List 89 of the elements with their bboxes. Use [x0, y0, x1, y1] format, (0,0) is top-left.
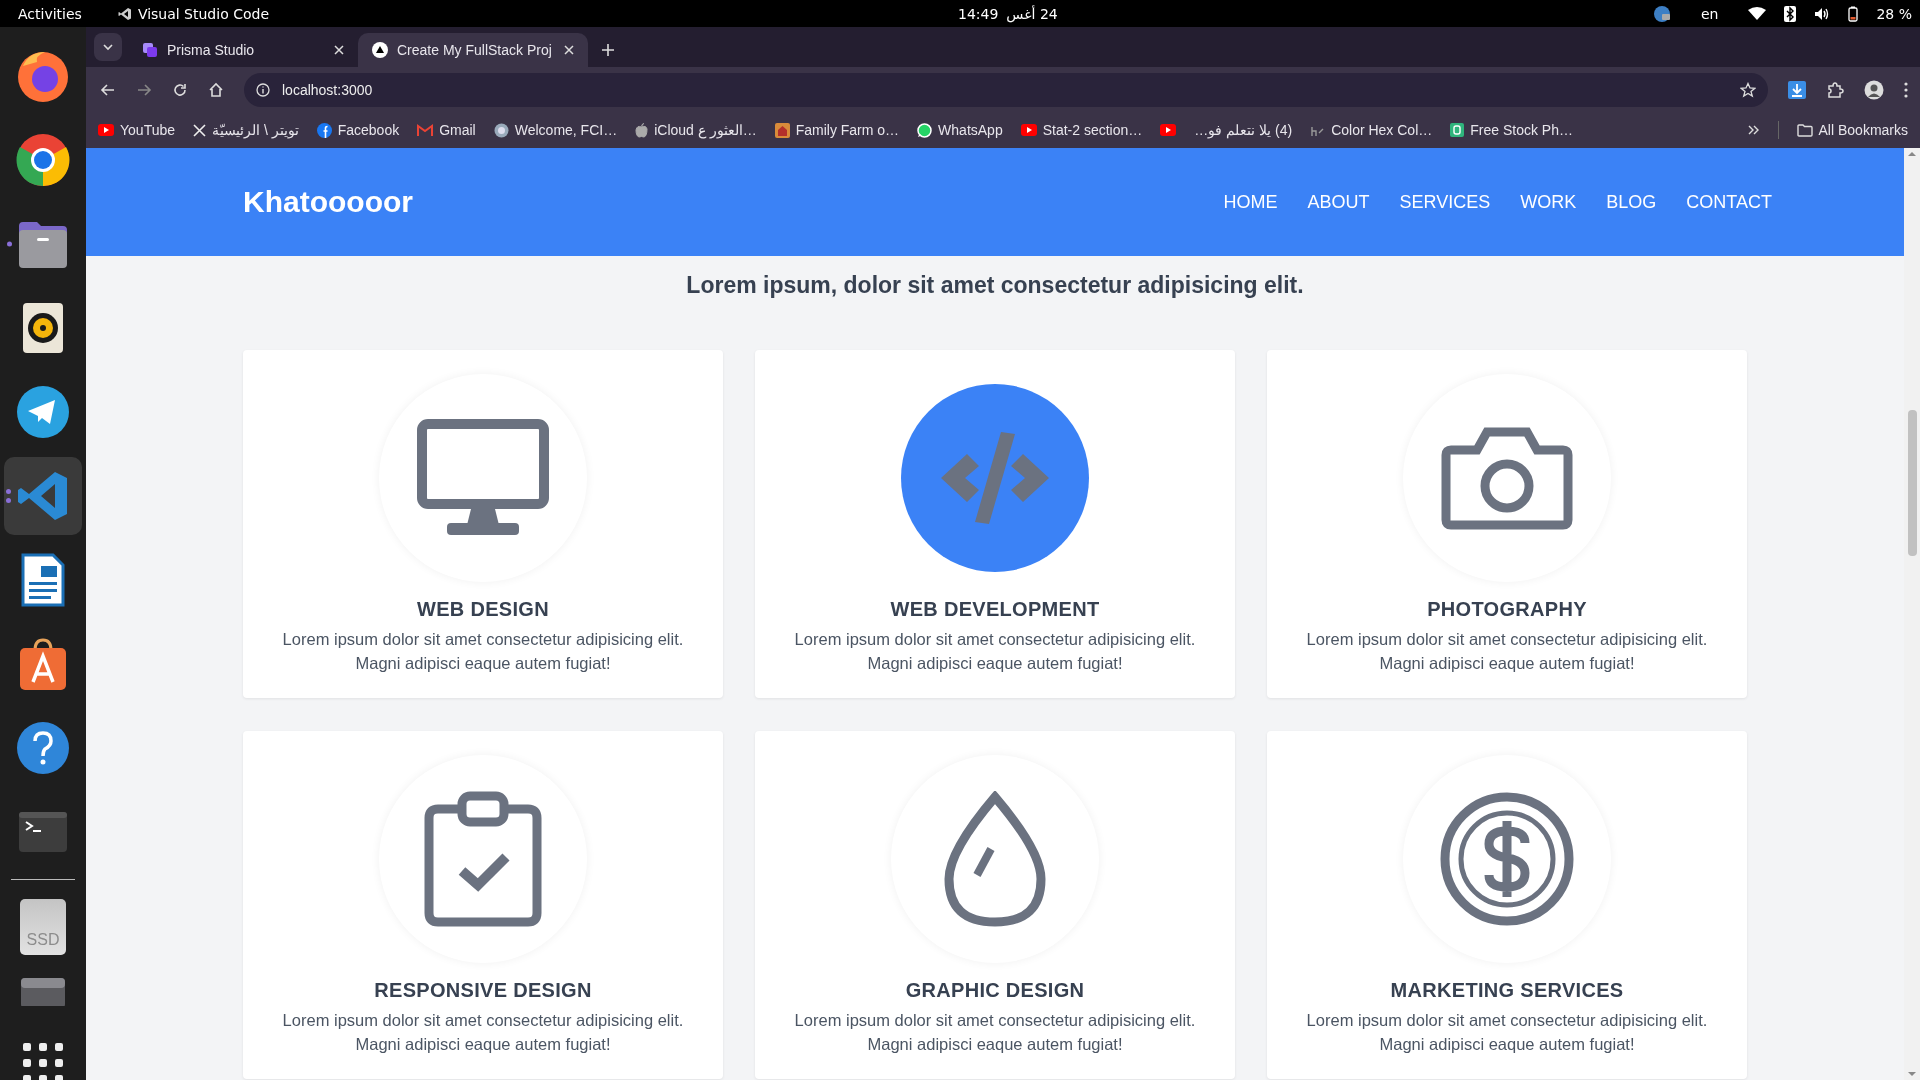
clock-date[interactable]: 24 أغس — [1006, 5, 1058, 22]
close-icon[interactable] — [334, 45, 344, 55]
nav-link[interactable]: HOME — [1223, 191, 1278, 213]
clipboard-check-icon — [424, 791, 542, 927]
caret-icon[interactable] — [102, 43, 114, 51]
card-title: WEB DEVELOPMENT — [890, 598, 1100, 621]
bookmark[interactable]: Free Stock Ph… — [1450, 122, 1573, 138]
reload-icon[interactable] — [172, 81, 188, 98]
bookmark[interactable]: (4) يلا نتعلم فو… — [1194, 122, 1293, 138]
home-icon[interactable] — [208, 81, 224, 98]
card-description: Lorem ipsum dolor sit amet consectetur adipisicing elit. Magni adipisci eaque autem fugiat! — [793, 629, 1197, 674]
puzzle-icon[interactable] — [1826, 80, 1844, 99]
bookmark[interactable]: YouTube — [98, 122, 175, 138]
card-title: MARKETING SERVICES — [1390, 979, 1624, 1002]
activities-button[interactable]: Activities — [18, 5, 82, 22]
card-title: WEB DESIGN — [417, 598, 549, 621]
cross-icon — [193, 123, 206, 137]
volume-icon[interactable] — [1814, 6, 1831, 21]
card-title: PHOTOGRAPHY — [1427, 598, 1587, 621]
app-name[interactable]: Visual Studio Code — [137, 5, 269, 22]
bookmark[interactable]: iCloud العثور ع… — [635, 122, 757, 138]
envelope-icon — [417, 124, 434, 136]
card-description: Lorem ipsum dolor sit amet consectetur adipisicing elit. Magni adipisci eaque autem fugiat! — [1305, 1010, 1709, 1055]
bookmark[interactable]: WhatsApp — [917, 122, 1003, 138]
play-icon[interactable] — [1160, 124, 1177, 136]
paper-plane-icon[interactable] — [15, 384, 71, 440]
nav-link[interactable]: CONTACT — [1686, 191, 1772, 213]
globe-icon[interactable] — [1652, 4, 1671, 23]
wifi-icon[interactable] — [1748, 6, 1767, 21]
close-icon[interactable] — [564, 45, 574, 55]
all-bookmarks-button[interactable]: All Bookmarks — [1796, 122, 1908, 138]
address-bar[interactable]: localhost:3000 — [244, 72, 1768, 107]
barn-icon — [774, 122, 790, 138]
bookmark[interactable]: Color Hex Col… — [1310, 122, 1433, 138]
bookmark[interactable]: Welcome, FCI… — [493, 122, 618, 138]
scrollbar-thumb[interactable] — [1907, 410, 1917, 556]
apps-grid-icon[interactable] — [21, 1041, 65, 1080]
brand-logo[interactable]: Khatooooor — [243, 185, 413, 219]
section-heading: Lorem ipsum, dolor sit amet consectetur adipisicing elit. — [686, 271, 1304, 299]
menu-icon[interactable] — [1904, 81, 1908, 98]
avatar-icon[interactable] — [1864, 79, 1884, 100]
squares-icon — [142, 42, 158, 58]
forward-icon[interactable] — [136, 81, 152, 98]
card-description: Lorem ipsum dolor sit amet consectetur adipisicing elit. Magni adipisci eaque autem fugiat! — [1305, 629, 1709, 674]
bluetooth-icon[interactable] — [1784, 5, 1797, 22]
back-icon[interactable] — [100, 81, 116, 98]
browser-tab[interactable]: Prisma Studio — [128, 33, 358, 67]
code-editor-icon — [117, 6, 132, 21]
info-icon[interactable] — [256, 82, 270, 97]
bookmark[interactable]: Stat-2 section… — [1020, 122, 1143, 138]
nav-link[interactable]: WORK — [1520, 191, 1577, 213]
tab-search-button[interactable] — [94, 33, 122, 61]
card-description: Lorem ipsum dolor sit amet consectetur adipisicing elit. Magni adipisci eaque autem fugiat! — [793, 1010, 1197, 1055]
folder-icon — [1796, 123, 1813, 137]
circle-logo-icon — [316, 122, 332, 138]
scrollbar[interactable] — [1904, 148, 1920, 1080]
square-logo-icon — [1450, 123, 1465, 137]
dollar-coin-icon — [1439, 791, 1575, 927]
bookmark-star-icon[interactable] — [1740, 81, 1756, 98]
drive-label: SSD — [26, 931, 60, 949]
clock-time[interactable]: 14:49 — [958, 5, 999, 22]
play-icon — [1020, 124, 1037, 136]
new-tab-icon[interactable] — [602, 44, 614, 56]
card-title: RESPONSIVE DESIGN — [374, 979, 592, 1002]
nav-link[interactable]: SERVICES — [1399, 191, 1491, 213]
bookmark[interactable]: Family Farm o… — [774, 122, 900, 138]
nav-link[interactable]: ABOUT — [1307, 191, 1370, 213]
nav-link[interactable]: BLOG — [1606, 191, 1657, 213]
download-icon[interactable] — [1788, 80, 1806, 99]
apple-icon — [635, 122, 649, 138]
battery-icon[interactable] — [1848, 5, 1859, 22]
card-description: Lorem ipsum dolor sit amet consectetur adipisicing elit. Magni adipisci eaque autem fugiat! — [281, 629, 685, 674]
bookmark[interactable]: Facebook — [316, 122, 400, 138]
battery-percentage[interactable]: 28 % — [1876, 5, 1912, 22]
card-title: GRAPHIC DESIGN — [905, 979, 1085, 1002]
monitor-icon — [417, 419, 549, 537]
double-chevron-icon[interactable] — [1747, 125, 1760, 135]
drop-icon — [943, 791, 1047, 927]
help-icon[interactable] — [15, 720, 71, 776]
play-icon — [98, 124, 114, 136]
card-description: Lorem ipsum dolor sit amet consectetur adipisicing elit. Magni adipisci eaque autem fugiat! — [281, 1010, 685, 1055]
bookmark[interactable]: Gmail — [417, 122, 476, 138]
language-indicator[interactable]: en — [1700, 5, 1719, 22]
phone-bubble-icon — [917, 122, 933, 138]
bookmark[interactable]: تويتر \ الرئيسيّة — [193, 122, 299, 138]
camera-icon — [1441, 426, 1573, 530]
globe-icon — [493, 122, 509, 138]
browser-tab[interactable]: Create My FullStack Proj — [358, 33, 588, 67]
ring-globe-icon[interactable] — [15, 132, 71, 188]
